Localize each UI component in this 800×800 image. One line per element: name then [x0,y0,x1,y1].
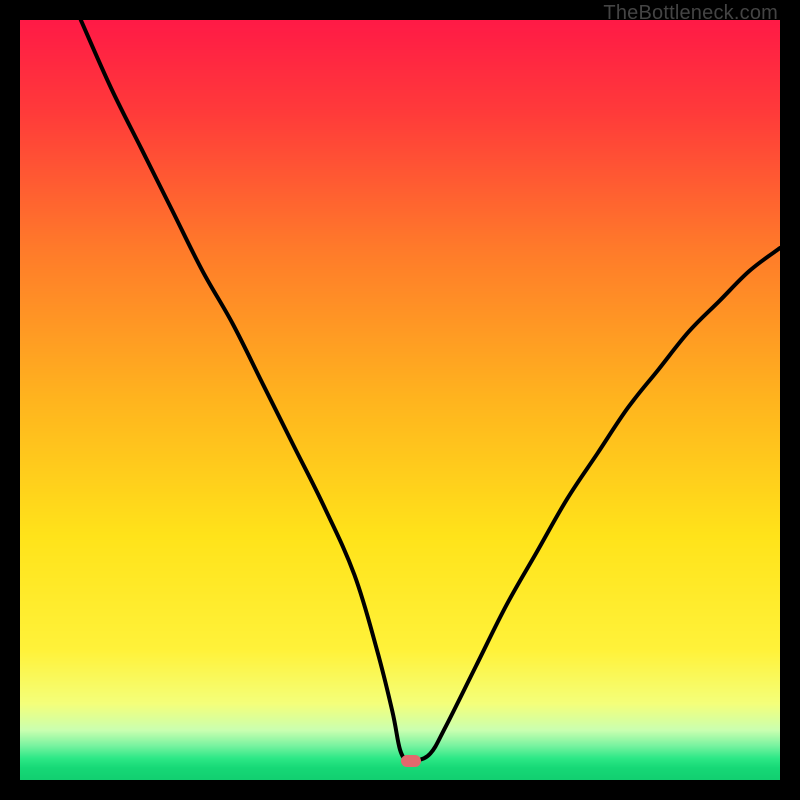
plot-area [20,20,780,780]
optimum-marker [401,755,421,767]
chart-frame: TheBottleneck.com [0,0,800,800]
bottleneck-curve [20,20,780,780]
